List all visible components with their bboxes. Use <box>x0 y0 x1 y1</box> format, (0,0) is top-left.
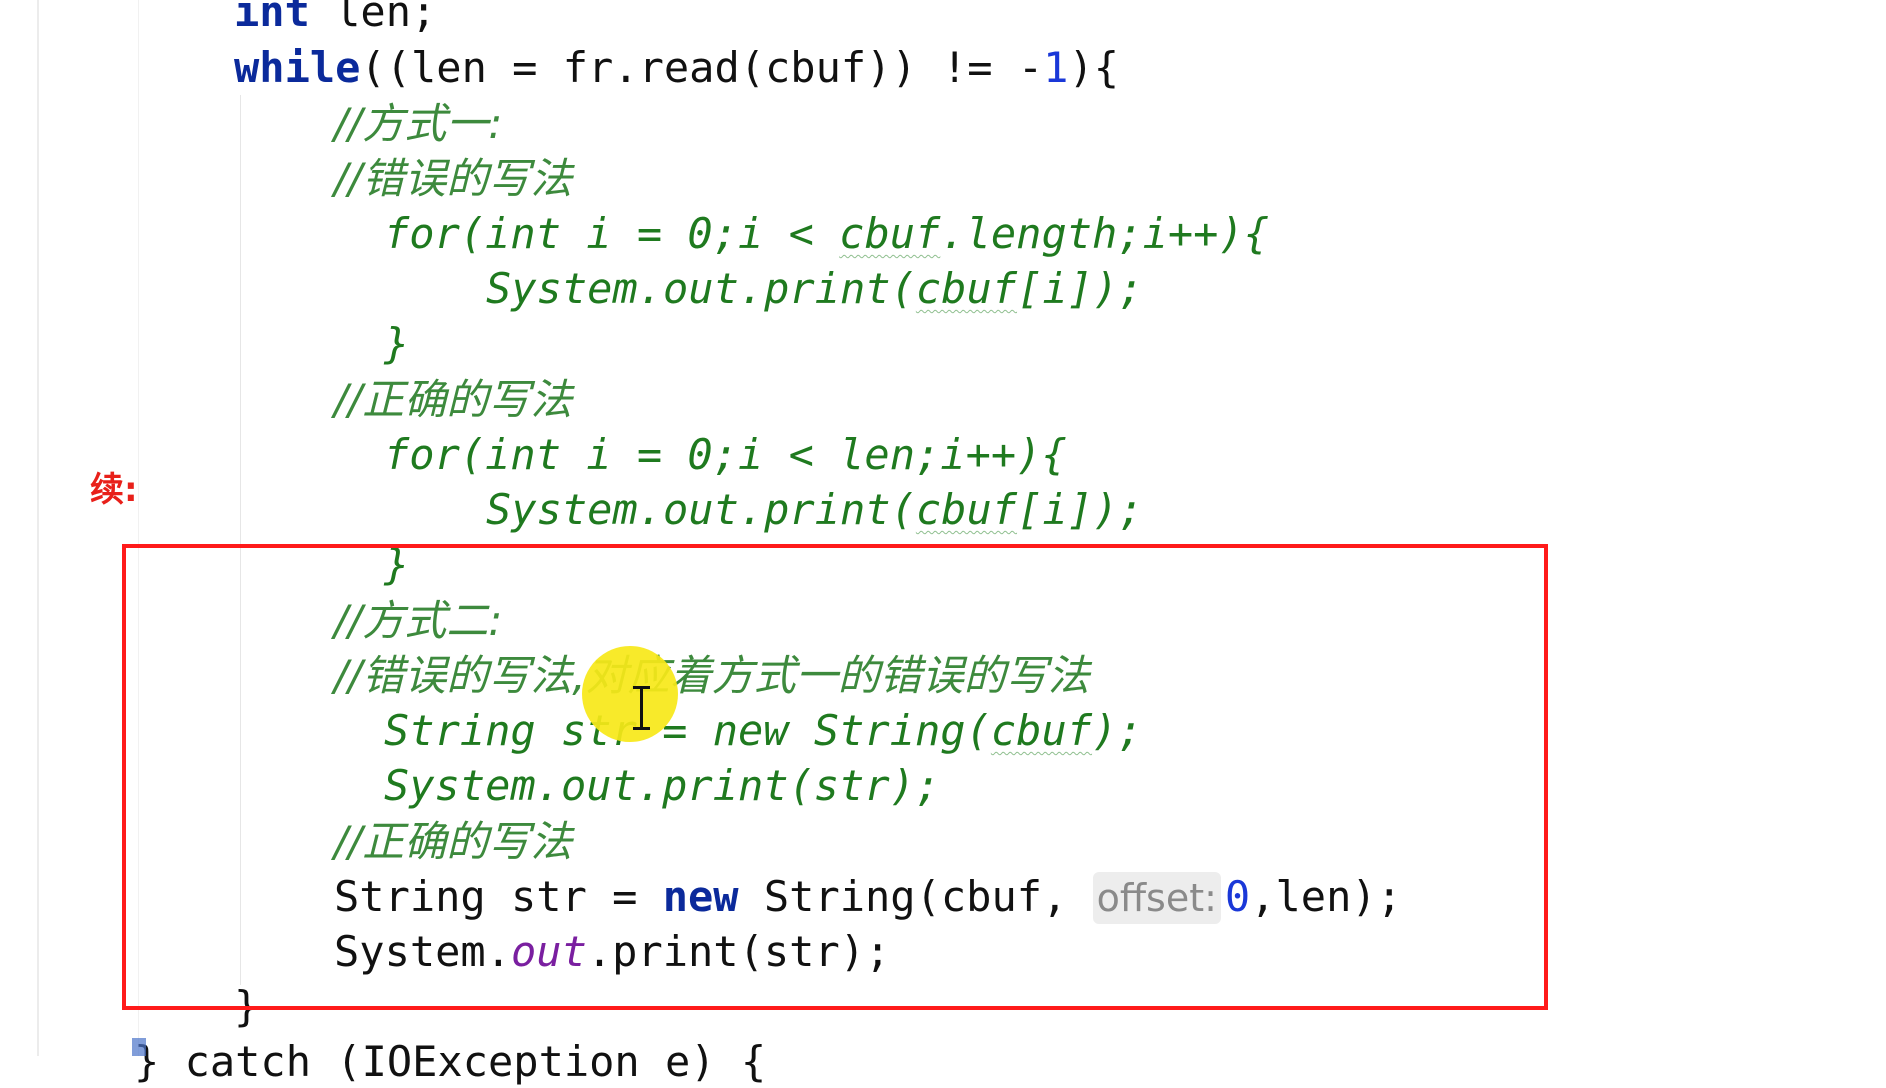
keyword-while: while <box>234 43 361 92</box>
warning-squiggle: cbuf <box>915 264 1018 313</box>
annotation-label: 续: <box>90 470 138 510</box>
comment-line[interactable]: //正确的写法 <box>334 374 572 426</box>
warning-squiggle: cbuf <box>915 485 1018 534</box>
code-line-5[interactable]: for(int i = 0;i < cbuf.length;i++){ <box>384 208 1269 260</box>
code-text: System.out.print( <box>486 264 916 313</box>
code-text: ){ <box>1068 43 1120 92</box>
fold-marker-icon[interactable] <box>132 1038 146 1056</box>
text-cursor-icon <box>633 686 650 730</box>
warning-squiggle: cbuf <box>839 209 941 258</box>
code-text: for(int i = 0;i < <box>384 209 840 258</box>
number-literal: 1 <box>1043 43 1069 92</box>
comment-line[interactable]: //错误的写法 <box>334 153 572 205</box>
code-line-9[interactable]: for(int i = 0;i < len;i++){ <box>384 429 1067 481</box>
gutter-divider <box>37 0 39 1056</box>
code-line-20[interactable]: } catch (IOException e) { <box>134 1036 766 1088</box>
code-line-1[interactable]: int len; <box>234 0 436 38</box>
highlight-box <box>122 544 1548 1010</box>
code-text: .length;i++){ <box>940 209 1270 258</box>
code-text: [i]); <box>1017 485 1144 534</box>
code-line-6[interactable]: System.out.print(cbuf[i]); <box>486 263 1143 315</box>
code-text: ((len = fr.read(cbuf)) != - <box>360 43 1044 92</box>
code-text: len; <box>309 0 437 36</box>
code-line-2[interactable]: while((len = fr.read(cbuf)) != -1){ <box>234 42 1119 94</box>
code-text: [i]); <box>1017 264 1144 313</box>
comment-line[interactable]: //方式一: <box>334 98 502 150</box>
code-line-10[interactable]: System.out.print(cbuf[i]); <box>486 484 1143 536</box>
code-text: System.out.print( <box>486 485 916 534</box>
cursor-highlight-icon <box>582 646 678 742</box>
keyword-int: int <box>234 0 310 36</box>
closing-brace[interactable]: } <box>384 318 409 370</box>
